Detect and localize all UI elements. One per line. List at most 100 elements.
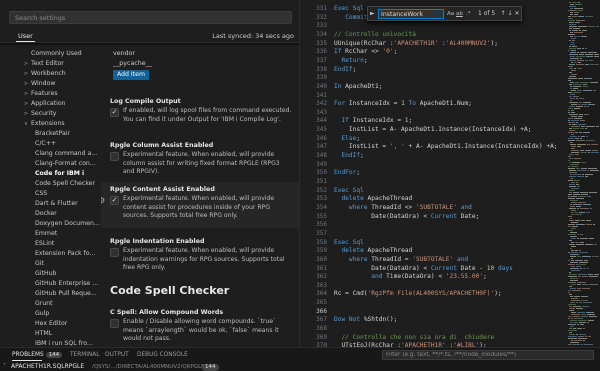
match-case-icon[interactable]: Aa: [447, 9, 454, 19]
toc-item[interactable]: > Features: [0, 89, 100, 99]
chevron-right-icon[interactable]: >: [22, 109, 30, 119]
toc-item[interactable]: > Text Editor: [0, 59, 100, 69]
code-line[interactable]: Return;: [334, 57, 367, 64]
settings-editor: User Last synced: 34 secs ago Commonly U…: [0, 0, 300, 347]
toc-item[interactable]: Clang-Format con...: [0, 159, 100, 169]
rpgle-indentation-checkbox[interactable]: [110, 248, 119, 257]
code-line[interactable]: where ThreadId = 'SUBTOTALE' and: [334, 256, 468, 263]
toc-item[interactable]: HTML: [0, 329, 100, 339]
toggle-replace-chevron-icon[interactable]: ►: [370, 9, 377, 19]
code-line[interactable]: // Controllo univocità: [334, 31, 416, 38]
problem-file-row[interactable]: ˅ APACHETH1R.SQLRPGLE /QSYS/.../DIRECTA/…: [0, 362, 600, 371]
toc-item[interactable]: Emmet: [0, 229, 100, 239]
toc-item[interactable]: ESLint: [0, 239, 100, 249]
toc-item[interactable]: > Security: [0, 109, 100, 119]
search-settings-input[interactable]: [10, 12, 291, 23]
match-whole-word-icon[interactable]: ab: [456, 9, 463, 19]
code-line[interactable]: and Time(DataOra) < '23.55.00';: [334, 273, 487, 280]
minimap[interactable]: [567, 0, 600, 347]
toc-item[interactable]: Gulp: [0, 309, 100, 319]
toc-item[interactable]: GitHub Pull Reque...: [0, 289, 100, 299]
code-line[interactable]: UUnique(RcChar :'APACHETH1R' :'AL400MNUV…: [334, 40, 498, 47]
chevron-down-icon[interactable]: ˅: [3, 362, 6, 371]
code-line[interactable]: Exec Sql: [334, 5, 364, 12]
use-regex-icon[interactable]: .*: [466, 9, 471, 19]
toc-item[interactable]: > Application: [0, 99, 100, 109]
toc-item[interactable]: Extension Pack fo...: [0, 249, 100, 259]
problems-filter-input[interactable]: [382, 350, 594, 360]
minimap-line: [568, 318, 570, 319]
code-line[interactable]: InstList = A- ApacheDt1.Instance(Instanc…: [334, 126, 532, 133]
code-line[interactable]: Date(DataOra) < Current Date;: [334, 213, 479, 220]
code-area[interactable]: Exec Sql Commit = #none;// Controllo uni…: [334, 0, 566, 347]
minimap-line: [573, 84, 582, 85]
code-line[interactable]: EndFor;: [334, 169, 360, 176]
toc-item[interactable]: ∨ Extensions: [0, 119, 100, 129]
toc-item[interactable]: > Workbench: [0, 69, 100, 79]
code-line[interactable]: Exec Sql: [334, 187, 364, 194]
minimap-line: [569, 106, 575, 107]
toc-item[interactable]: Code Spell Checker: [0, 179, 100, 189]
log-compile-output-checkbox[interactable]: ✓: [110, 108, 119, 117]
find-close-icon[interactable]: ✕: [513, 9, 521, 19]
list-item-vendor[interactable]: vendor: [113, 50, 135, 57]
code-line[interactable]: EndIf;: [334, 152, 363, 159]
toc-item[interactable]: Hex Editor: [0, 319, 100, 329]
gear-icon[interactable]: ⚙: [101, 196, 107, 205]
toc-item[interactable]: GitHub Enterprise ...: [0, 279, 100, 289]
code-line[interactable]: If InstanceIdx = 1;: [334, 117, 412, 124]
toc-item-label: Clang-Format con...: [35, 160, 96, 167]
tab-output[interactable]: OUTPUT: [105, 352, 129, 358]
code-line[interactable]: Rc = Cmd('RgzPfm File(AL400SYS/APACHETH0…: [334, 290, 502, 297]
code-line[interactable]: If RcChar <> '0';: [334, 48, 397, 55]
code-line[interactable]: Dow Not %Shtdn();: [334, 316, 397, 323]
chevron-down-icon[interactable]: ∨: [22, 119, 30, 129]
toc-item[interactable]: Git: [0, 259, 100, 269]
tab-problems[interactable]: PROBLEMS 144: [12, 352, 63, 358]
chevron-right-icon[interactable]: >: [22, 59, 30, 69]
toc-item[interactable]: Dart & Flutter: [0, 199, 100, 209]
code-line[interactable]: Exec Sql: [334, 239, 364, 246]
toc-item[interactable]: Clang command a...: [0, 149, 100, 159]
code-editor[interactable]: 331 332 333 334 335 336 337 338 339 340 341 342 343 3…: [301, 0, 600, 347]
chevron-right-icon[interactable]: >: [22, 99, 30, 109]
minimap-line: [568, 50, 570, 51]
rpgle-content-assist-checkbox[interactable]: ✓: [110, 196, 119, 205]
code-line[interactable]: delete ApacheThread: [334, 195, 412, 202]
list-item-pycache[interactable]: __pycache__: [113, 60, 152, 67]
toc-item[interactable]: Doxygen Documen...: [0, 219, 100, 229]
code-line[interactable]: InstList = ', ' + A- ApacheDt1.Instance(…: [334, 143, 558, 150]
toc-item[interactable]: Docker: [0, 209, 100, 219]
toc-item[interactable]: > Window: [0, 79, 100, 89]
code-line[interactable]: For InstanceIdx = 1 To ApacheDt1.Num;: [334, 100, 472, 107]
code-line[interactable]: delete ApacheThread: [334, 247, 412, 254]
search-settings-box[interactable]: [9, 11, 292, 24]
toc-item[interactable]: Code for IBM i: [0, 169, 100, 179]
code-line[interactable]: Else;: [334, 135, 360, 142]
chevron-right-icon[interactable]: >: [22, 89, 30, 99]
toc-item[interactable]: BracketPair: [0, 129, 100, 139]
toc-item[interactable]: Grunt: [0, 299, 100, 309]
toc-item[interactable]: IBM i run SQL fro...: [0, 339, 100, 347]
minimap-line: [577, 176, 584, 177]
toc-item[interactable]: CSS: [0, 189, 100, 199]
toc-item[interactable]: Commonly Used: [0, 49, 100, 59]
tab-user[interactable]: User: [18, 32, 33, 40]
allow-compound-words-checkbox[interactable]: [110, 319, 119, 328]
code-line[interactable]: where ThreadId <> 'SUBTOTALE' and: [334, 204, 472, 211]
chevron-right-icon[interactable]: >: [22, 79, 30, 89]
code-line[interactable]: Date(DataOra) < Current Date - 10 days: [334, 265, 513, 272]
code-line[interactable]: In ApacheDt1;: [334, 83, 382, 90]
add-item-button[interactable]: Add Item: [113, 70, 149, 80]
rpgle-column-assist-checkbox[interactable]: [110, 152, 119, 161]
code-line[interactable]: // Controlla che non sia ora di chiudere: [334, 334, 494, 341]
tab-debug-console[interactable]: DEBUG CONSOLE: [137, 352, 188, 358]
tab-terminal[interactable]: TERMINAL: [70, 352, 99, 358]
minimap-line: [569, 46, 571, 47]
code-line[interactable]: EndIf;: [334, 66, 356, 73]
minimap-line: [569, 176, 576, 177]
toc-item[interactable]: GitHub: [0, 269, 100, 279]
chevron-right-icon[interactable]: >: [22, 69, 30, 79]
find-input[interactable]: [378, 9, 444, 19]
toc-item[interactable]: C/C++: [0, 139, 100, 149]
